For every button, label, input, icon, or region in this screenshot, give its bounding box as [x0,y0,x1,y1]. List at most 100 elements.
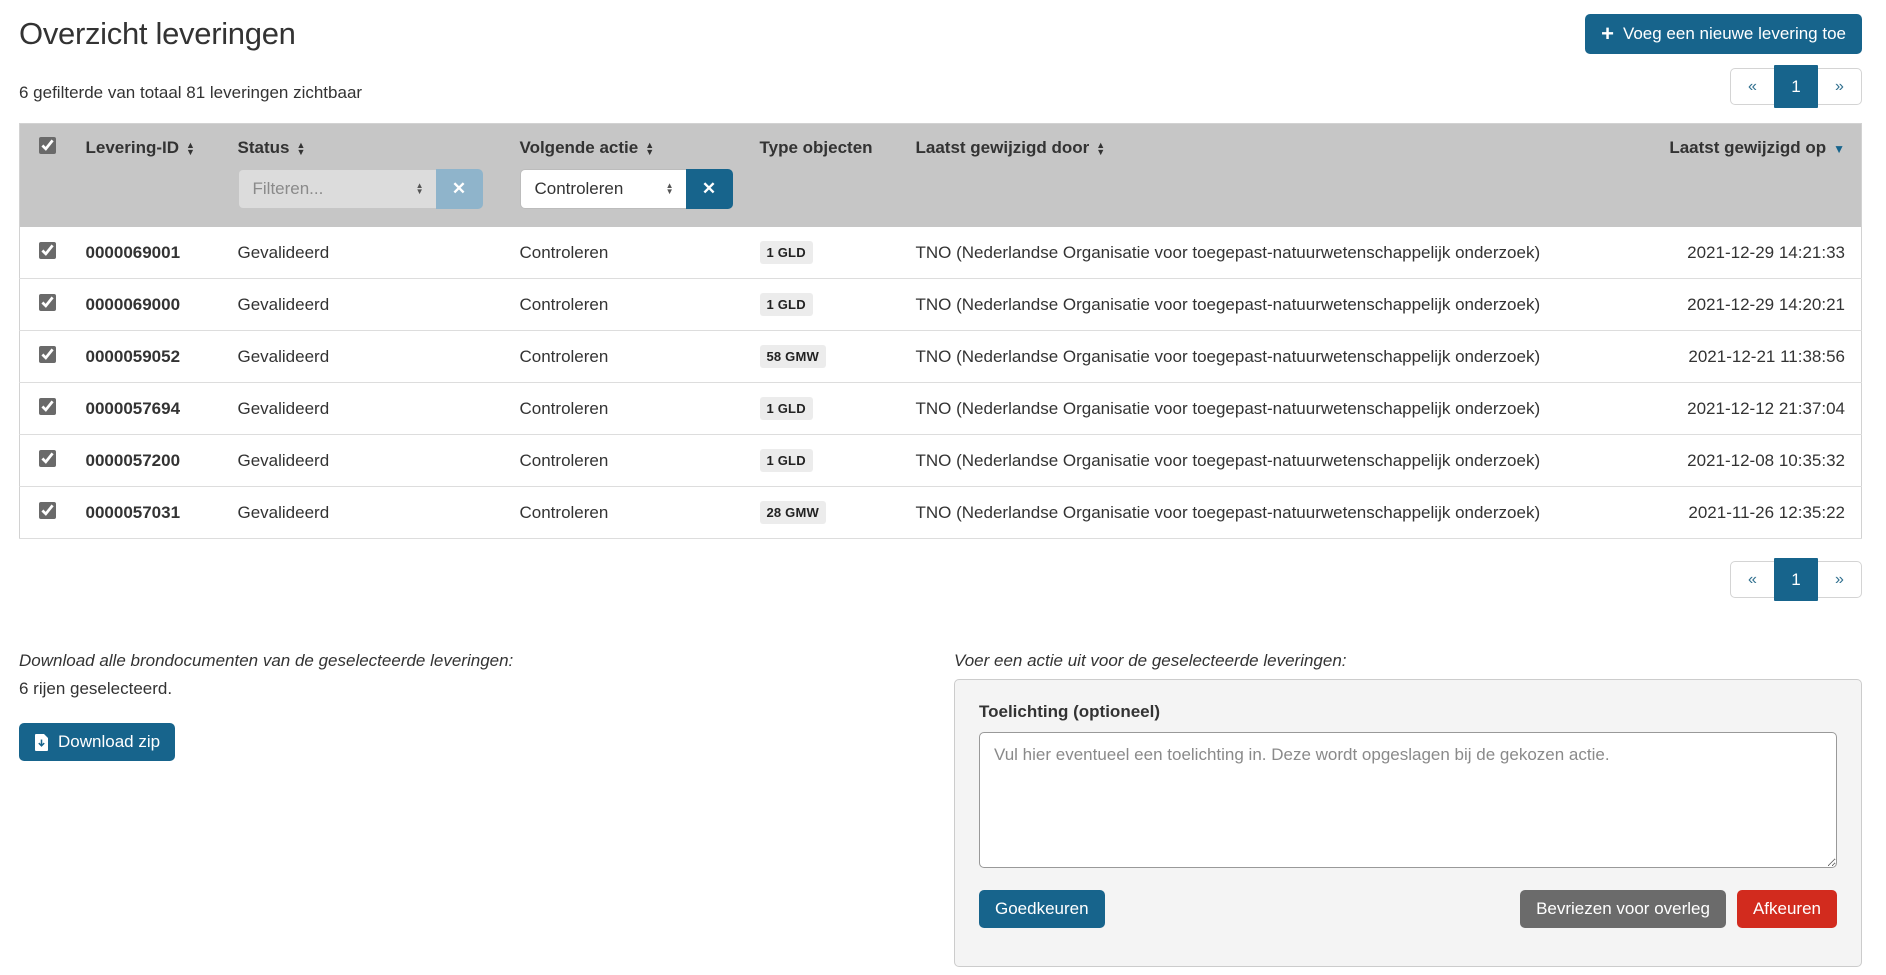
table-header-row: Levering-ID▲▼ Status▲▼ Volgende actie▲▼ … [20,124,1862,164]
action-section: Voer een actie uit voor de geselecteerde… [954,651,1862,967]
sort-desc-icon: ▼ [1833,142,1845,156]
select-all-checkbox[interactable] [39,137,56,154]
row-checkbox[interactable] [39,398,56,415]
cell-levering-id: 0000059052 [78,331,230,383]
cell-gewijzigd-op: 2021-12-08 10:35:32 [1657,435,1862,487]
row-checkbox[interactable] [39,242,56,259]
header-type-objecten-label: Type objecten [760,138,873,157]
top-pagination-row: 6 gefilterde van totaal 81 leveringen zi… [19,68,1862,105]
type-objecten-badge: 58 GMW [760,345,826,368]
table-row: 0000069001 Gevalideerd Controleren 1 GLD… [20,227,1862,279]
download-zip-button[interactable]: Download zip [19,723,175,761]
approve-button[interactable]: Goedkeuren [979,890,1105,928]
header-type-objecten: Type objecten [752,124,908,164]
header-levering-id-label: Levering-ID [86,138,180,157]
cell-gewijzigd-door: TNO (Nederlandse Organisatie voor toegep… [908,227,1657,279]
cell-gewijzigd-door: TNO (Nederlandse Organisatie voor toegep… [908,331,1657,383]
pagination-top: « 1 » [1730,68,1862,105]
table-row: 0000057031 Gevalideerd Controleren 28 GM… [20,487,1862,539]
plus-icon: + [1601,26,1614,42]
pagination-page-1-button[interactable]: 1 [1774,558,1818,601]
bottom-pagination-row: « 1 » [19,561,1862,598]
table-filter-row: Filteren... ▲▼ ✕ Controleren ▲▼ ✕ [20,163,1862,227]
row-checkbox[interactable] [39,346,56,363]
cell-gewijzigd-door: TNO (Nederlandse Organisatie voor toegep… [908,487,1657,539]
volgende-actie-filter-clear-button[interactable]: ✕ [686,169,733,209]
pagination-prev-button[interactable]: « [1731,562,1774,597]
cell-status: Gevalideerd [230,279,512,331]
cell-volgende-actie: Controleren [512,227,752,279]
download-zip-button-label: Download zip [58,732,160,752]
add-delivery-button-label: Voeg een nieuwe levering toe [1623,24,1846,44]
type-objecten-badge: 1 GLD [760,397,813,420]
pagination-prev-button[interactable]: « [1731,69,1774,104]
cell-gewijzigd-op: 2021-12-29 14:20:21 [1657,279,1862,331]
top-bar: Overzicht leveringen + Voeg een nieuwe l… [19,14,1862,54]
pagination-bottom: « 1 » [1730,561,1862,598]
status-filter-clear-button[interactable]: ✕ [436,169,483,209]
clear-filter-icon: ✕ [702,179,716,198]
reject-button[interactable]: Afkeuren [1737,890,1837,928]
status-filter-select[interactable]: Filteren... ▲▼ [238,169,436,209]
pagination-next-button[interactable]: » [1818,562,1861,597]
action-buttons-row: Goedkeuren Bevriezen voor overleg Afkeur… [979,890,1837,928]
table-row: 0000069000 Gevalideerd Controleren 1 GLD… [20,279,1862,331]
table-row: 0000057694 Gevalideerd Controleren 1 GLD… [20,383,1862,435]
page-title: Overzicht leveringen [19,16,296,52]
header-select-all-cell [20,124,78,164]
cell-gewijzigd-door: TNO (Nederlandse Organisatie voor toegep… [908,279,1657,331]
bottom-section: Download alle brondocumenten van de gese… [19,651,1862,967]
sort-icon: ▲▼ [645,142,654,156]
cell-status: Gevalideerd [230,435,512,487]
volgende-actie-filter-select[interactable]: Controleren ▲▼ [520,169,686,209]
cell-status: Gevalideerd [230,487,512,539]
volgende-actie-filter-cell: Controleren ▲▼ ✕ [512,163,752,227]
action-section-heading: Voer een actie uit voor de geselecteerde… [954,651,1862,671]
pagination-page-1-button[interactable]: 1 [1774,65,1818,108]
status-filter-cell: Filteren... ▲▼ ✕ [230,163,512,227]
leveringen-table: Levering-ID▲▼ Status▲▼ Volgende actie▲▼ … [19,123,1862,539]
table-row: 0000059052 Gevalideerd Controleren 58 GM… [20,331,1862,383]
cell-gewijzigd-door: TNO (Nederlandse Organisatie voor toegep… [908,435,1657,487]
toelichting-textarea[interactable] [979,732,1837,868]
type-objecten-badge: 1 GLD [760,241,813,264]
cell-volgende-actie: Controleren [512,487,752,539]
header-status-label: Status [238,138,290,157]
cell-volgende-actie: Controleren [512,435,752,487]
row-checkbox[interactable] [39,502,56,519]
secondary-actions-group: Bevriezen voor overleg Afkeuren [1520,890,1837,928]
row-checkbox[interactable] [39,450,56,467]
header-laatst-gewijzigd-door[interactable]: Laatst gewijzigd door ▲▼ [908,124,1657,164]
freeze-button[interactable]: Bevriezen voor overleg [1520,890,1726,928]
page: Overzicht leveringen + Voeg een nieuwe l… [0,0,1886,967]
cell-levering-id: 0000069001 [78,227,230,279]
cell-gewijzigd-op: 2021-12-29 14:21:33 [1657,227,1862,279]
pagination-next-button[interactable]: » [1818,69,1861,104]
cell-levering-id: 0000069000 [78,279,230,331]
clear-filter-icon: ✕ [452,179,466,198]
row-checkbox[interactable] [39,294,56,311]
header-levering-id[interactable]: Levering-ID▲▼ [78,124,230,164]
header-status[interactable]: Status▲▼ [230,124,512,164]
cell-gewijzigd-op: 2021-11-26 12:35:22 [1657,487,1862,539]
toelichting-label: Toelichting (optioneel) [979,702,1837,722]
cell-status: Gevalideerd [230,383,512,435]
header-laatst-gewijzigd-door-label: Laatst gewijzigd door [916,138,1090,157]
header-laatst-gewijzigd-op[interactable]: Laatst gewijzigd op ▼ [1657,124,1862,164]
sort-icon: ▲▼ [1096,142,1105,156]
add-delivery-button[interactable]: + Voeg een nieuwe levering toe [1585,14,1862,54]
cell-volgende-actie: Controleren [512,383,752,435]
cell-gewijzigd-op: 2021-12-12 21:37:04 [1657,383,1862,435]
cell-levering-id: 0000057031 [78,487,230,539]
cell-gewijzigd-door: TNO (Nederlandse Organisatie voor toegep… [908,383,1657,435]
cell-gewijzigd-op: 2021-12-21 11:38:56 [1657,331,1862,383]
select-arrows-icon: ▲▼ [416,183,424,195]
type-objecten-badge: 28 GMW [760,501,826,524]
download-section-heading: Download alle brondocumenten van de gese… [19,651,954,671]
header-laatst-gewijzigd-op-label: Laatst gewijzigd op [1669,138,1826,157]
header-volgende-actie[interactable]: Volgende actie▲▼ [512,124,752,164]
cell-volgende-actie: Controleren [512,279,752,331]
cell-levering-id: 0000057694 [78,383,230,435]
type-objecten-badge: 1 GLD [760,449,813,472]
cell-volgende-actie: Controleren [512,331,752,383]
